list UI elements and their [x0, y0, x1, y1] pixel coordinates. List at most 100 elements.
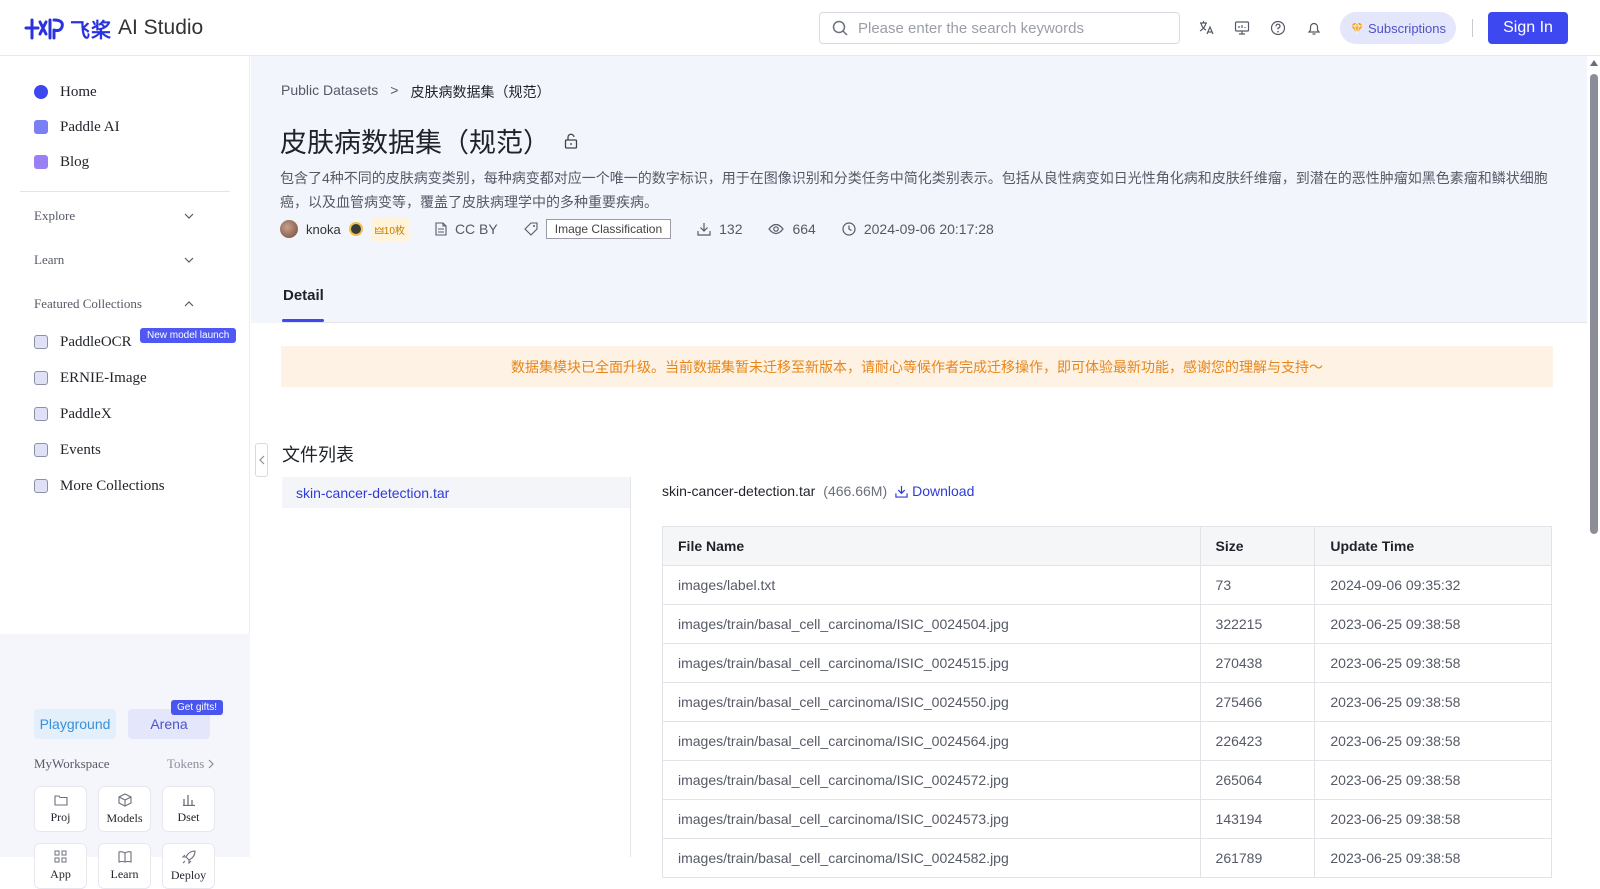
cell-size: 226423: [1199, 721, 1316, 761]
tile-label: Proj: [50, 809, 71, 824]
sidebar-item-paddle-ai[interactable]: Paddle AI: [34, 115, 120, 139]
folder-icon: [53, 794, 68, 806]
help-icon[interactable]: [1268, 18, 1288, 38]
cell-size: 270438: [1199, 643, 1316, 683]
table-row[interactable]: images/train/basal_cell_carcinoma/ISIC_0…: [662, 838, 1552, 878]
cell-size: 275466: [1199, 682, 1316, 722]
paddleocr-icon: [34, 335, 48, 349]
license-label: CC BY: [454, 221, 498, 237]
category-tag[interactable]: Image Classification: [545, 219, 672, 239]
table-row[interactable]: images/train/basal_cell_carcinoma/ISIC_0…: [662, 721, 1552, 761]
table-row[interactable]: images/train/basal_cell_carcinoma/ISIC_0…: [662, 643, 1552, 683]
section-label: Learn: [34, 252, 65, 267]
search-box[interactable]: [819, 12, 1180, 44]
section-learn[interactable]: Learn: [34, 250, 194, 270]
download-count-value: 132: [719, 221, 743, 237]
avatar[interactable]: [280, 220, 298, 238]
scrollbar-thumb[interactable]: [1590, 74, 1598, 534]
author-info[interactable]: knoka 🜲10枚: [280, 217, 409, 241]
my-workspace-panel: Playground Arena Get gifts! MyWorkspace …: [0, 634, 250, 889]
cell-file-name: images/train/basal_cell_carcinoma/ISIC_0…: [662, 799, 1201, 839]
sidebar-item-more-collections[interactable]: More Collections: [34, 474, 165, 498]
monitor-icon[interactable]: [1232, 18, 1252, 38]
cell-file-name: images/train/basal_cell_carcinoma/ISIC_0…: [662, 721, 1201, 761]
more-collections-icon: [34, 479, 48, 493]
search-input[interactable]: [858, 19, 1158, 37]
table-row[interactable]: images/train/basal_cell_carcinoma/ISIC_0…: [662, 682, 1552, 722]
playground-tab[interactable]: Playground: [34, 709, 116, 739]
column-header-update-time: Update Time: [1314, 526, 1552, 566]
sidebar-item-label: ERNIE-Image: [60, 369, 147, 386]
workspace-tile-dset[interactable]: Dset: [162, 786, 215, 832]
tag-info: Image Classification: [523, 219, 672, 239]
download-icon: [895, 485, 908, 498]
workspace-tile-proj[interactable]: Proj: [34, 786, 87, 832]
section-explore[interactable]: Explore: [34, 206, 194, 226]
tab-detail[interactable]: Detail: [283, 287, 324, 304]
dataset-title-row: 皮肤病数据集（规范）: [280, 121, 578, 160]
sidebar-collapse-button[interactable]: [255, 443, 268, 477]
workspace-tile-learn[interactable]: Learn: [98, 843, 151, 889]
ai-studio-logo[interactable]: 飞桨 AI Studio: [24, 13, 203, 43]
paddle-logo-icon: [24, 18, 64, 40]
subscriptions-button[interactable]: Subscriptions: [1340, 12, 1456, 44]
clock-icon: [842, 222, 856, 236]
cell-size: 322215: [1199, 604, 1316, 644]
sign-in-button[interactable]: Sign In: [1488, 12, 1568, 44]
sidebar-item-ernie-image[interactable]: ERNIE-Image: [34, 366, 147, 390]
dataset-meta: knoka 🜲10枚 CC BY Image Classification 13…: [280, 217, 1020, 241]
column-header-size: Size: [1199, 526, 1316, 566]
eye-icon: [768, 223, 785, 235]
breadcrumb-separator: >: [390, 82, 399, 98]
file-tree-item[interactable]: skin-cancer-detection.tar: [282, 477, 630, 508]
table-row[interactable]: images/label.txt 73 2024-09-06 09:35:32: [662, 565, 1552, 605]
column-header-file-name: File Name: [662, 526, 1201, 566]
sidebar-item-label: Events: [60, 441, 101, 458]
page-scrollbar[interactable]: [1587, 56, 1600, 857]
bell-icon[interactable]: [1304, 18, 1324, 38]
license-icon: [435, 222, 447, 236]
workspace-tile-deploy[interactable]: Deploy: [162, 843, 215, 889]
table-row[interactable]: images/train/basal_cell_carcinoma/ISIC_0…: [662, 604, 1552, 644]
download-count: 132: [697, 221, 742, 237]
selected-file-header: skin-cancer-detection.tar (466.66M) Down…: [662, 483, 974, 499]
table-row[interactable]: images/train/basal_cell_carcinoma/ISIC_0…: [662, 799, 1552, 839]
section-featured-collections[interactable]: Featured Collections: [34, 294, 194, 314]
cell-update-time: 2023-06-25 09:38:58: [1314, 838, 1552, 878]
tile-label: App: [50, 867, 71, 881]
flag-icon: [34, 443, 48, 457]
sidebar-item-label: Blog: [60, 153, 90, 170]
sidebar-item-paddlex[interactable]: PaddleX: [34, 402, 112, 426]
workspace-tile-models[interactable]: Models: [98, 786, 151, 832]
cell-update-time: 2023-06-25 09:38:58: [1314, 760, 1552, 800]
workspace-tile-app[interactable]: App: [34, 843, 87, 889]
tokens-link[interactable]: Tokens: [167, 756, 215, 772]
file-table: File Name Size Update Time images/label.…: [662, 526, 1552, 878]
scroll-up-arrow-icon[interactable]: [1590, 60, 1598, 66]
table-header-row: File Name Size Update Time: [662, 526, 1552, 566]
cell-file-name: images/label.txt: [662, 565, 1201, 605]
diamond-icon: [1350, 22, 1363, 34]
cell-update-time: 2023-06-25 09:38:58: [1314, 682, 1552, 722]
sidebar-item-home[interactable]: Home: [34, 80, 97, 104]
active-tab-indicator: [282, 319, 324, 322]
author-name[interactable]: knoka: [306, 222, 341, 237]
cell-size: 73: [1199, 565, 1316, 605]
sidebar-item-blog[interactable]: Blog: [34, 150, 89, 174]
download-link[interactable]: Download: [895, 483, 974, 499]
tab-bar: Detail: [281, 278, 1587, 323]
subscriptions-label: Subscriptions: [1367, 20, 1447, 36]
new-model-badge: New model launch: [140, 328, 237, 343]
table-row[interactable]: images/train/basal_cell_carcinoma/ISIC_0…: [662, 760, 1552, 800]
tile-label: Dset: [177, 809, 200, 824]
sidebar-item-events[interactable]: Events: [34, 438, 101, 462]
sidebar-item-label: PaddleX: [60, 405, 112, 422]
breadcrumb-root[interactable]: Public Datasets: [281, 82, 378, 102]
breadcrumb: Public Datasets > 皮肤病数据集（规范）: [281, 82, 550, 102]
file-list-title: 文件列表: [282, 445, 354, 465]
translate-icon[interactable]: [1196, 18, 1216, 38]
cell-file-name: images/train/basal_cell_carcinoma/ISIC_0…: [662, 643, 1201, 683]
logo-text-en: AI Studio: [118, 16, 204, 39]
sidebar-item-paddleocr[interactable]: PaddleOCR: [34, 330, 132, 354]
download-icon: [697, 223, 711, 236]
